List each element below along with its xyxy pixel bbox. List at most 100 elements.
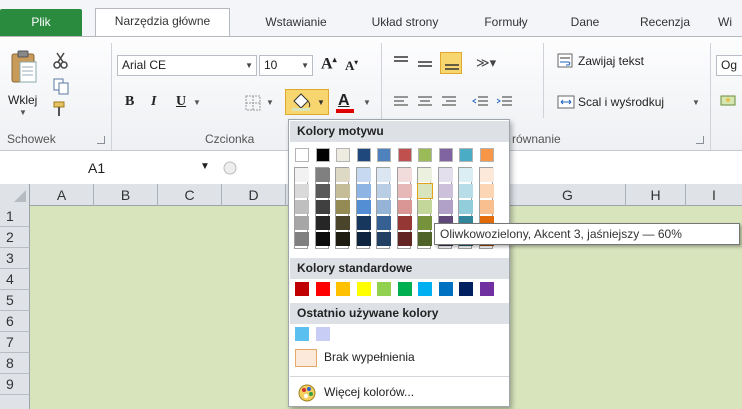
theme-shade-swatch[interactable]	[336, 216, 350, 230]
theme-shade-swatch[interactable]	[336, 200, 350, 214]
theme-shade-swatch[interactable]	[356, 232, 371, 246]
theme-color-swatch[interactable]	[438, 148, 453, 162]
chevron-down-icon[interactable]: ▼	[193, 98, 201, 107]
theme-shade-swatch[interactable]	[377, 168, 391, 182]
theme-color-swatch[interactable]	[459, 148, 473, 162]
italic-button[interactable]: I	[151, 94, 156, 110]
theme-shade-swatch[interactable]	[459, 200, 473, 214]
align-middle-icon[interactable]	[416, 55, 434, 73]
name-box[interactable]: A1 ▼	[0, 157, 222, 179]
theme-shade-swatch[interactable]	[295, 184, 309, 198]
theme-shade-swatch[interactable]	[336, 168, 350, 182]
borders-icon[interactable]	[244, 94, 262, 112]
theme-shade-swatch[interactable]	[356, 216, 371, 230]
theme-shade-swatch[interactable]	[377, 232, 391, 246]
theme-shade-swatch[interactable]	[356, 200, 371, 214]
cut-icon[interactable]	[52, 51, 70, 69]
theme-color-swatch[interactable]	[397, 148, 412, 162]
paste-button[interactable]: Wklej ▼	[4, 50, 40, 117]
row-header-4[interactable]: 4	[0, 269, 30, 290]
standard-color-swatch[interactable]	[377, 282, 391, 296]
wrap-text-icon[interactable]	[557, 52, 575, 70]
theme-shade-swatch[interactable]	[459, 184, 473, 198]
grow-font-button[interactable]: A▴	[321, 55, 337, 73]
increase-indent-icon[interactable]	[496, 93, 514, 111]
shrink-font-button[interactable]: A▾	[345, 58, 358, 74]
column-header-a[interactable]: A	[30, 184, 94, 206]
align-right-icon[interactable]	[440, 93, 458, 111]
wrap-text-label[interactable]: Zawijaj tekst	[578, 54, 644, 68]
tab-file[interactable]: Plik	[0, 9, 82, 37]
copy-icon[interactable]	[52, 77, 70, 95]
chevron-down-icon[interactable]: ▼	[266, 98, 274, 107]
tab-insert[interactable]: Wstawianie	[246, 10, 346, 36]
merge-center-label[interactable]: Scal i wyśrodkuj	[578, 95, 664, 109]
theme-shade-swatch[interactable]	[397, 168, 412, 182]
theme-shade-swatch[interactable]	[438, 184, 453, 198]
align-left-icon[interactable]	[392, 93, 410, 111]
theme-shade-swatch[interactable]	[479, 168, 494, 182]
row-header-9[interactable]: 9	[0, 374, 30, 395]
underline-button[interactable]: U	[176, 94, 186, 110]
theme-shade-swatch[interactable]	[459, 168, 473, 182]
theme-shade-swatch[interactable]	[418, 232, 432, 246]
theme-shade-swatch[interactable]	[479, 184, 494, 198]
theme-shade-swatch[interactable]	[418, 168, 432, 182]
font-size-combo[interactable]: 10 ▼	[259, 55, 313, 76]
row-header-1[interactable]: 1	[0, 206, 30, 227]
row-header-10[interactable]	[0, 395, 30, 409]
theme-shade-swatch[interactable]	[295, 200, 309, 214]
recent-color-swatch[interactable]	[295, 327, 309, 341]
row-header-3[interactable]: 3	[0, 248, 30, 269]
theme-color-swatch[interactable]	[356, 148, 371, 162]
standard-color-swatch[interactable]	[418, 282, 432, 296]
row-header-5[interactable]: 5	[0, 290, 30, 311]
theme-color-swatch[interactable]	[295, 148, 309, 162]
theme-shade-swatch[interactable]	[295, 216, 309, 230]
column-header-c[interactable]: C	[158, 184, 222, 206]
standard-color-swatch[interactable]	[295, 282, 309, 296]
decrease-indent-icon[interactable]	[472, 93, 490, 111]
theme-shade-swatch[interactable]	[377, 200, 391, 214]
row-header-7[interactable]: 7	[0, 332, 30, 353]
format-painter-icon[interactable]	[52, 100, 70, 118]
theme-shade-swatch[interactable]	[377, 184, 391, 198]
theme-shade-swatch[interactable]	[438, 168, 453, 182]
theme-shade-swatch[interactable]	[315, 184, 330, 198]
theme-shade-swatch[interactable]	[315, 200, 330, 214]
theme-shade-swatch[interactable]	[356, 168, 371, 182]
column-header-b[interactable]: B	[94, 184, 158, 206]
theme-shade-swatch[interactable]	[397, 184, 412, 198]
row-header-6[interactable]: 6	[0, 311, 30, 332]
theme-shade-swatch[interactable]	[397, 232, 412, 246]
chevron-down-icon[interactable]: ▼	[363, 98, 371, 107]
theme-color-swatch[interactable]	[336, 148, 350, 162]
recent-color-swatch[interactable]	[315, 327, 330, 341]
tab-data[interactable]: Dane	[555, 10, 615, 36]
theme-shade-swatch[interactable]	[295, 168, 309, 182]
theme-shade-swatch[interactable]	[418, 200, 432, 214]
chevron-down-icon[interactable]: ▼	[692, 98, 700, 107]
clipboard-launcher-icon[interactable]	[97, 136, 105, 144]
theme-shade-swatch[interactable]	[397, 216, 412, 230]
font-name-combo[interactable]: Arial CE ▼	[117, 55, 257, 76]
tab-view[interactable]: Wi	[718, 10, 742, 36]
theme-shade-swatch[interactable]	[479, 200, 494, 214]
theme-shade-swatch[interactable]	[356, 184, 371, 198]
fill-color-button[interactable]: ▼	[285, 89, 329, 115]
theme-shade-swatch[interactable]	[315, 216, 330, 230]
accounting-format-icon[interactable]	[720, 92, 738, 110]
theme-shade-swatch[interactable]	[377, 216, 391, 230]
align-center-icon[interactable]	[416, 93, 434, 111]
theme-shade-swatch[interactable]	[418, 216, 432, 230]
standard-color-swatch[interactable]	[479, 282, 494, 296]
column-header-d[interactable]: D	[222, 184, 286, 206]
font-color-button[interactable]: A	[335, 92, 357, 114]
theme-shade-swatch[interactable]	[336, 184, 350, 198]
no-fill-item[interactable]: Brak wypełnienia	[290, 345, 509, 371]
standard-color-swatch[interactable]	[315, 282, 330, 296]
theme-shade-swatch[interactable]	[417, 183, 433, 199]
column-header-g[interactable]: G	[510, 184, 626, 206]
orientation-icon[interactable]: ≫▾	[476, 55, 496, 71]
theme-color-swatch[interactable]	[479, 148, 494, 162]
